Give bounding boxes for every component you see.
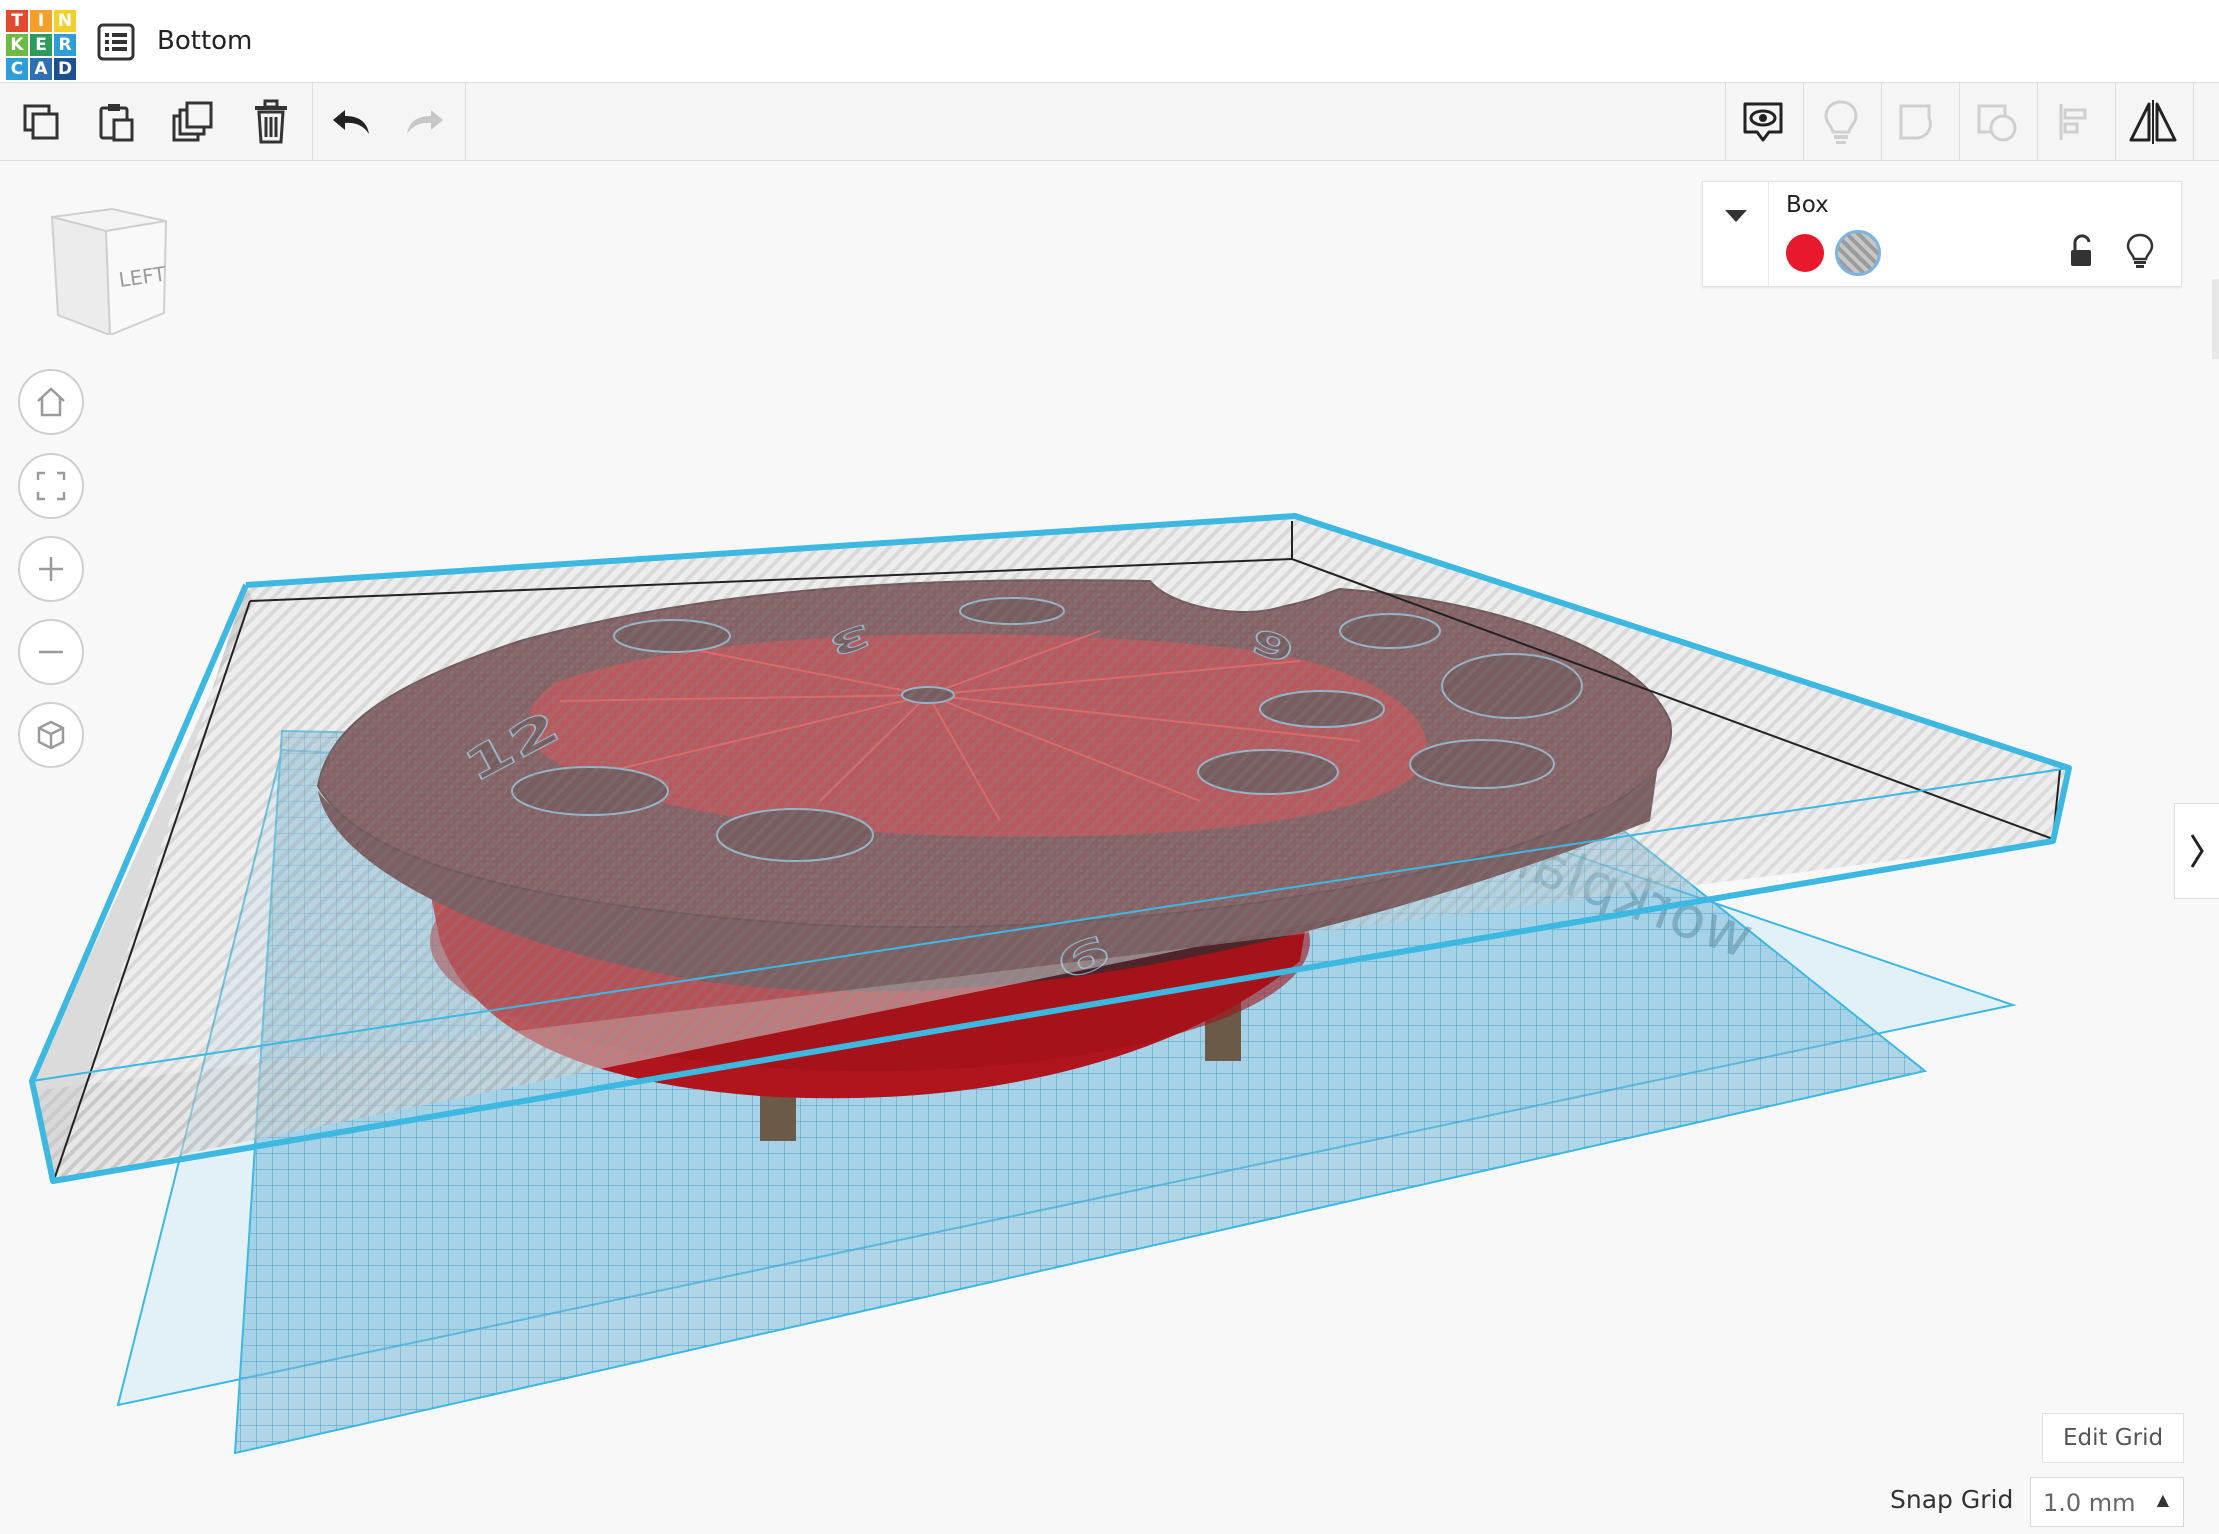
snap-grid-select[interactable]: 1.0 mm ▲ bbox=[2030, 1477, 2184, 1527]
unlock-icon bbox=[2071, 234, 2091, 266]
redo-icon bbox=[407, 110, 443, 134]
side-panel-toggle[interactable] bbox=[2174, 803, 2219, 899]
copy-icon bbox=[23, 104, 59, 140]
duplicate-icon bbox=[172, 101, 213, 142]
snap-grid-value: 1.0 mm bbox=[2043, 1489, 2136, 1517]
group-button[interactable] bbox=[1890, 93, 1948, 151]
align-button[interactable] bbox=[2046, 93, 2104, 151]
fit-view-button[interactable] bbox=[18, 453, 84, 519]
toolbar-separator bbox=[1959, 83, 1960, 161]
show-icon bbox=[1743, 102, 1783, 142]
logo-letter: A bbox=[30, 58, 52, 80]
view-cube-icon: LEFT bbox=[50, 207, 168, 337]
trash-icon bbox=[255, 99, 287, 144]
fit-icon bbox=[36, 471, 66, 501]
toolbar-separator bbox=[2037, 83, 2038, 161]
ungroup-icon bbox=[1977, 104, 2017, 142]
lock-button[interactable] bbox=[2065, 234, 2099, 270]
paste-button[interactable] bbox=[87, 93, 145, 151]
logo-letter: N bbox=[54, 10, 76, 32]
group-icon bbox=[1899, 104, 1932, 140]
hide-button[interactable] bbox=[1812, 93, 1870, 151]
zoom-out-button[interactable] bbox=[18, 619, 84, 685]
caret-down-icon bbox=[1724, 210, 1747, 222]
inspector-title: Box bbox=[1786, 192, 1829, 218]
chevron-right-icon bbox=[2190, 834, 2204, 868]
mirror-icon bbox=[2129, 100, 2177, 144]
logo-letter: I bbox=[30, 10, 52, 32]
zoom-in-button[interactable] bbox=[18, 536, 84, 602]
toolbar-separator bbox=[1803, 83, 1804, 161]
caret-up-icon: ▲ bbox=[2156, 1490, 2169, 1509]
inspector-collapse-button[interactable] bbox=[1703, 182, 1769, 286]
ungroup-button[interactable] bbox=[1968, 93, 2026, 151]
home-view-button[interactable] bbox=[18, 369, 84, 435]
undo-button[interactable] bbox=[322, 93, 380, 151]
view-cube[interactable]: LEFT bbox=[44, 205, 174, 337]
minus-icon bbox=[39, 650, 63, 654]
toolbar-separator bbox=[1725, 83, 1726, 161]
panel-edge-tab[interactable] bbox=[2212, 279, 2219, 359]
delete-button[interactable] bbox=[242, 93, 300, 151]
edit-toolbar bbox=[0, 83, 2219, 161]
design-list-button[interactable] bbox=[96, 22, 136, 62]
paste-icon bbox=[99, 104, 134, 142]
toolbar-separator bbox=[465, 83, 466, 161]
home-icon bbox=[37, 387, 65, 417]
align-icon bbox=[2059, 104, 2087, 140]
logo-letter: E bbox=[30, 34, 52, 56]
document-title[interactable]: Bottom bbox=[157, 26, 252, 56]
bulb-icon bbox=[1824, 100, 1858, 144]
logo-letter: K bbox=[6, 34, 28, 56]
app-header: T I N K E R C A D Bottom bbox=[0, 0, 2219, 83]
solid-color-swatch[interactable] bbox=[1786, 234, 1824, 272]
logo-letter: C bbox=[6, 58, 28, 80]
tinkercad-logo[interactable]: T I N K E R C A D bbox=[6, 10, 76, 80]
toolbar-separator bbox=[1881, 83, 1882, 161]
logo-letter: D bbox=[54, 58, 76, 80]
toolbar-separator bbox=[2115, 83, 2116, 161]
copy-button[interactable] bbox=[12, 93, 70, 151]
undo-icon bbox=[333, 110, 369, 134]
plus-icon bbox=[39, 557, 63, 581]
lightbulb-icon bbox=[2126, 233, 2154, 268]
cube-icon bbox=[37, 720, 65, 750]
shape-inspector: Box bbox=[1702, 181, 2182, 287]
edit-grid-button[interactable]: Edit Grid bbox=[2042, 1413, 2184, 1463]
mirror-button[interactable] bbox=[2124, 93, 2182, 151]
logo-letter: T bbox=[6, 10, 28, 32]
perspective-button[interactable] bbox=[18, 702, 84, 768]
toolbar-separator bbox=[312, 83, 313, 161]
logo-letter: R bbox=[54, 34, 76, 56]
visibility-button[interactable] bbox=[2123, 232, 2157, 270]
duplicate-button[interactable] bbox=[165, 93, 223, 151]
toolbar-separator bbox=[2193, 83, 2194, 161]
show-all-button[interactable] bbox=[1734, 93, 1792, 151]
hole-swatch[interactable] bbox=[1835, 230, 1881, 276]
redo-button[interactable] bbox=[396, 93, 454, 151]
snap-grid-label: Snap Grid bbox=[1890, 1485, 2014, 1514]
scene-canvas[interactable]: workplane bbox=[0, 161, 2219, 1534]
list-icon bbox=[97, 23, 135, 61]
3d-viewport[interactable]: workplane bbox=[0, 161, 2219, 1534]
